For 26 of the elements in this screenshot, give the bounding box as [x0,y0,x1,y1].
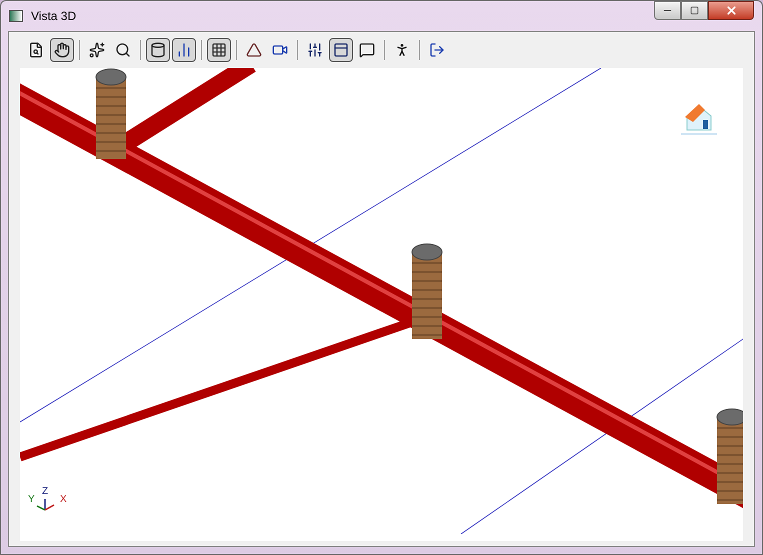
axis-label: Y [28,495,35,505]
maximize-button[interactable] [681,1,708,20]
axis-label: X [60,495,67,505]
toolbar-button[interactable] [329,38,353,62]
axes-icon [35,497,55,513]
help-icon [359,42,375,58]
toolbar-button[interactable] [207,38,231,62]
window-icon [333,42,349,58]
axis-label: Z [42,487,48,497]
grid-icon [211,42,227,58]
toolbar-button[interactable] [172,38,196,62]
hand-icon [54,42,70,58]
app-icon [9,10,23,22]
close-button[interactable] [708,1,754,20]
exit-icon [429,42,445,58]
document-search-icon [28,42,44,58]
cylinder-icon [150,42,166,58]
minimize-button[interactable] [654,1,681,20]
window-title: Vista 3D [31,8,76,25]
maximize-icon [690,6,699,15]
zoom-icon [115,42,131,58]
close-icon [724,4,738,17]
toolbar-button[interactable] [146,38,170,62]
sliders-icon [307,42,323,58]
toolbar-button[interactable] [50,38,74,62]
perspective-icon [246,42,262,58]
